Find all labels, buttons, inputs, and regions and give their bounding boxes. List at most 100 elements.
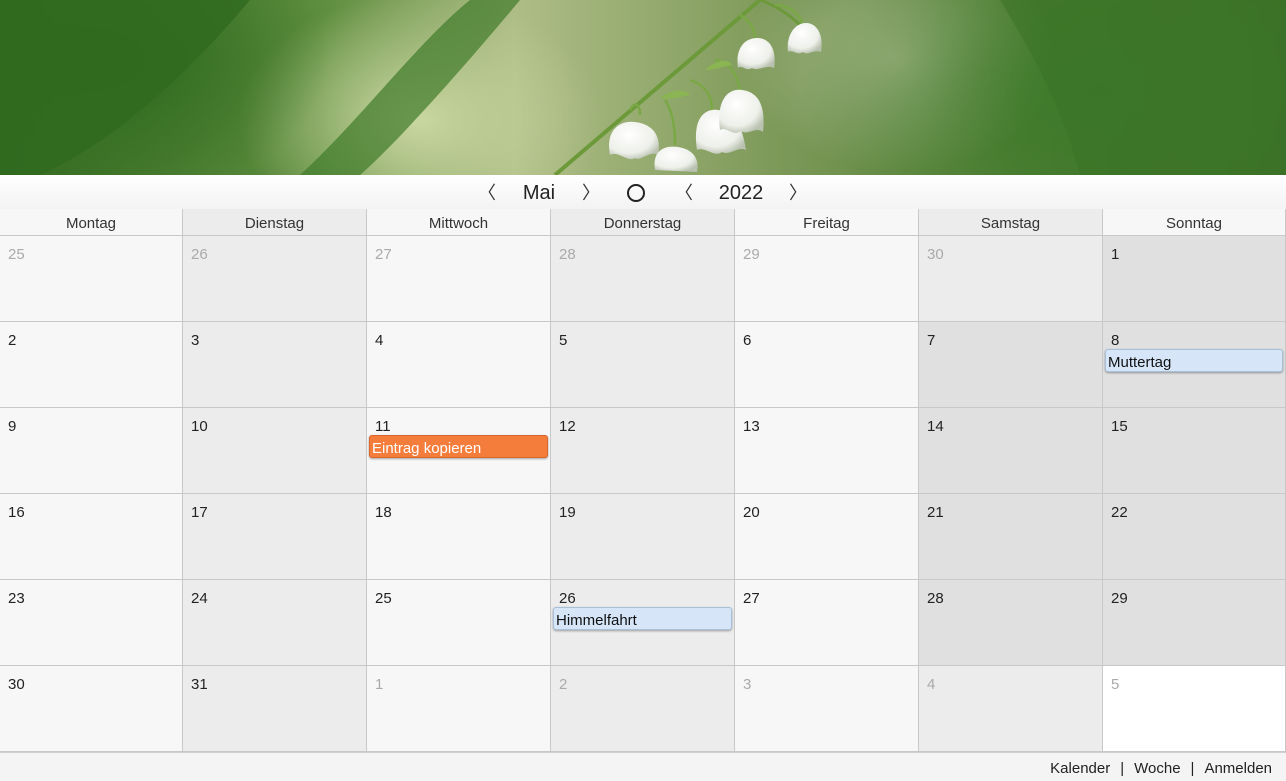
weekday-header-6: Samstag — [919, 209, 1103, 236]
calendar-event[interactable]: Himmelfahrt — [553, 607, 732, 630]
next-month-button[interactable]: 〉 — [582, 175, 600, 209]
footer-separator: | — [1190, 760, 1195, 777]
lily-of-the-valley-illustration — [0, 0, 1286, 175]
today-circle-icon[interactable] — [627, 184, 645, 202]
day-cell[interactable]: 27 — [367, 236, 551, 322]
day-number-other-month: 30 — [927, 246, 944, 263]
day-cell[interactable]: 7 — [919, 322, 1103, 408]
day-cell[interactable]: 3 — [183, 322, 367, 408]
calendar-event[interactable]: Muttertag — [1105, 349, 1283, 372]
day-number: 31 — [191, 676, 208, 693]
day-number: 12 — [559, 418, 576, 435]
day-number: 28 — [927, 590, 944, 607]
calendar-view-link[interactable]: Kalender — [1050, 760, 1110, 777]
day-cell[interactable]: 30 — [0, 666, 183, 752]
day-cell[interactable]: 15 — [1103, 408, 1286, 494]
day-cell[interactable]: 26 — [183, 236, 367, 322]
day-cell[interactable]: 1 — [1103, 236, 1286, 322]
day-number: 18 — [375, 504, 392, 521]
day-cell[interactable]: 16 — [0, 494, 183, 580]
day-cell[interactable]: 31 — [183, 666, 367, 752]
day-number: 9 — [8, 418, 17, 435]
day-cell[interactable]: 29 — [735, 236, 919, 322]
day-number-other-month: 27 — [375, 246, 392, 263]
weekday-header-1: Montag — [0, 209, 183, 236]
day-number: 14 — [927, 418, 944, 435]
day-cell[interactable]: 13 — [735, 408, 919, 494]
day-cell[interactable]: 25 — [0, 236, 183, 322]
day-number-other-month: 28 — [559, 246, 576, 263]
day-number: 16 — [8, 504, 25, 521]
day-cell[interactable]: 5 — [551, 322, 735, 408]
day-number-other-month: 4 — [927, 676, 936, 693]
day-cell[interactable]: 10 — [183, 408, 367, 494]
week-view-link[interactable]: Woche — [1134, 760, 1180, 777]
day-number: 1 — [1111, 246, 1120, 263]
day-number: 2 — [8, 332, 17, 349]
next-year-button[interactable]: 〉 — [789, 175, 807, 209]
day-number: 7 — [927, 332, 936, 349]
day-cell[interactable]: 2 — [0, 322, 183, 408]
day-number-other-month: 1 — [375, 676, 384, 693]
day-cell[interactable]: 21 — [919, 494, 1103, 580]
day-cell[interactable]: 29 — [1103, 580, 1286, 666]
day-cell[interactable]: 1 — [367, 666, 551, 752]
day-number: 6 — [743, 332, 752, 349]
day-cell[interactable]: 20 — [735, 494, 919, 580]
day-cell[interactable]: 2 — [551, 666, 735, 752]
day-number: 24 — [191, 590, 208, 607]
footer-bar: Kalender | Woche | Anmelden — [0, 752, 1286, 781]
previous-year-button[interactable]: 〈 — [675, 175, 693, 209]
day-cell[interactable]: 28 — [551, 236, 735, 322]
day-number-other-month: 25 — [8, 246, 25, 263]
day-number-other-month: 29 — [743, 246, 760, 263]
day-number-other-month: 2 — [559, 676, 568, 693]
login-link[interactable]: Anmelden — [1204, 760, 1272, 777]
day-cell[interactable]: 17 — [183, 494, 367, 580]
day-cell[interactable]: 23 — [0, 580, 183, 666]
day-cell[interactable]: 6 — [735, 322, 919, 408]
weekday-header-2: Dienstag — [183, 209, 367, 236]
day-cell[interactable]: 12 — [551, 408, 735, 494]
day-cell[interactable]: 26 Himmelfahrt — [551, 580, 735, 666]
day-cell[interactable]: 18 — [367, 494, 551, 580]
day-number: 8 — [1111, 332, 1120, 349]
day-number: 23 — [8, 590, 25, 607]
calendar-event[interactable]: Eintrag kopieren — [369, 435, 548, 458]
day-cell[interactable]: 19 — [551, 494, 735, 580]
day-number: 17 — [191, 504, 208, 521]
day-number-other-month: 5 — [1111, 676, 1120, 693]
day-number: 19 — [559, 504, 576, 521]
day-cell[interactable]: 30 — [919, 236, 1103, 322]
day-cell[interactable]: 14 — [919, 408, 1103, 494]
day-number: 11 — [375, 418, 391, 435]
day-number: 3 — [191, 332, 200, 349]
day-cell[interactable]: 28 — [919, 580, 1103, 666]
weekday-header-5: Freitag — [735, 209, 919, 236]
day-cell[interactable]: 4 — [919, 666, 1103, 752]
day-number: 30 — [8, 676, 25, 693]
previous-month-button[interactable]: 〈 — [478, 175, 496, 209]
day-cell[interactable]: 25 — [367, 580, 551, 666]
day-number: 4 — [375, 332, 384, 349]
day-cell[interactable]: 27 — [735, 580, 919, 666]
day-cell[interactable]: 8 Muttertag — [1103, 322, 1286, 408]
day-cell[interactable]: 3 — [735, 666, 919, 752]
day-number-other-month: 26 — [191, 246, 208, 263]
day-number: 20 — [743, 504, 760, 521]
day-cell[interactable]: 4 — [367, 322, 551, 408]
day-number: 5 — [559, 332, 568, 349]
day-cell[interactable]: 11 Eintrag kopieren — [367, 408, 551, 494]
weekday-header-7: Sonntag — [1103, 209, 1286, 236]
day-cell[interactable]: 9 — [0, 408, 183, 494]
day-number: 10 — [191, 418, 208, 435]
month-label: Mai — [522, 182, 556, 204]
weekday-header-row: Montag Dienstag Mittwoch Donnerstag Freitag S… — [0, 209, 1286, 236]
day-cell[interactable]: 24 — [183, 580, 367, 666]
day-cell[interactable]: 5 — [1103, 666, 1286, 752]
day-cell[interactable]: 22 — [1103, 494, 1286, 580]
weekday-header-3: Mittwoch — [367, 209, 551, 236]
day-number: 22 — [1111, 504, 1128, 521]
day-number: 29 — [1111, 590, 1128, 607]
day-number: 13 — [743, 418, 760, 435]
